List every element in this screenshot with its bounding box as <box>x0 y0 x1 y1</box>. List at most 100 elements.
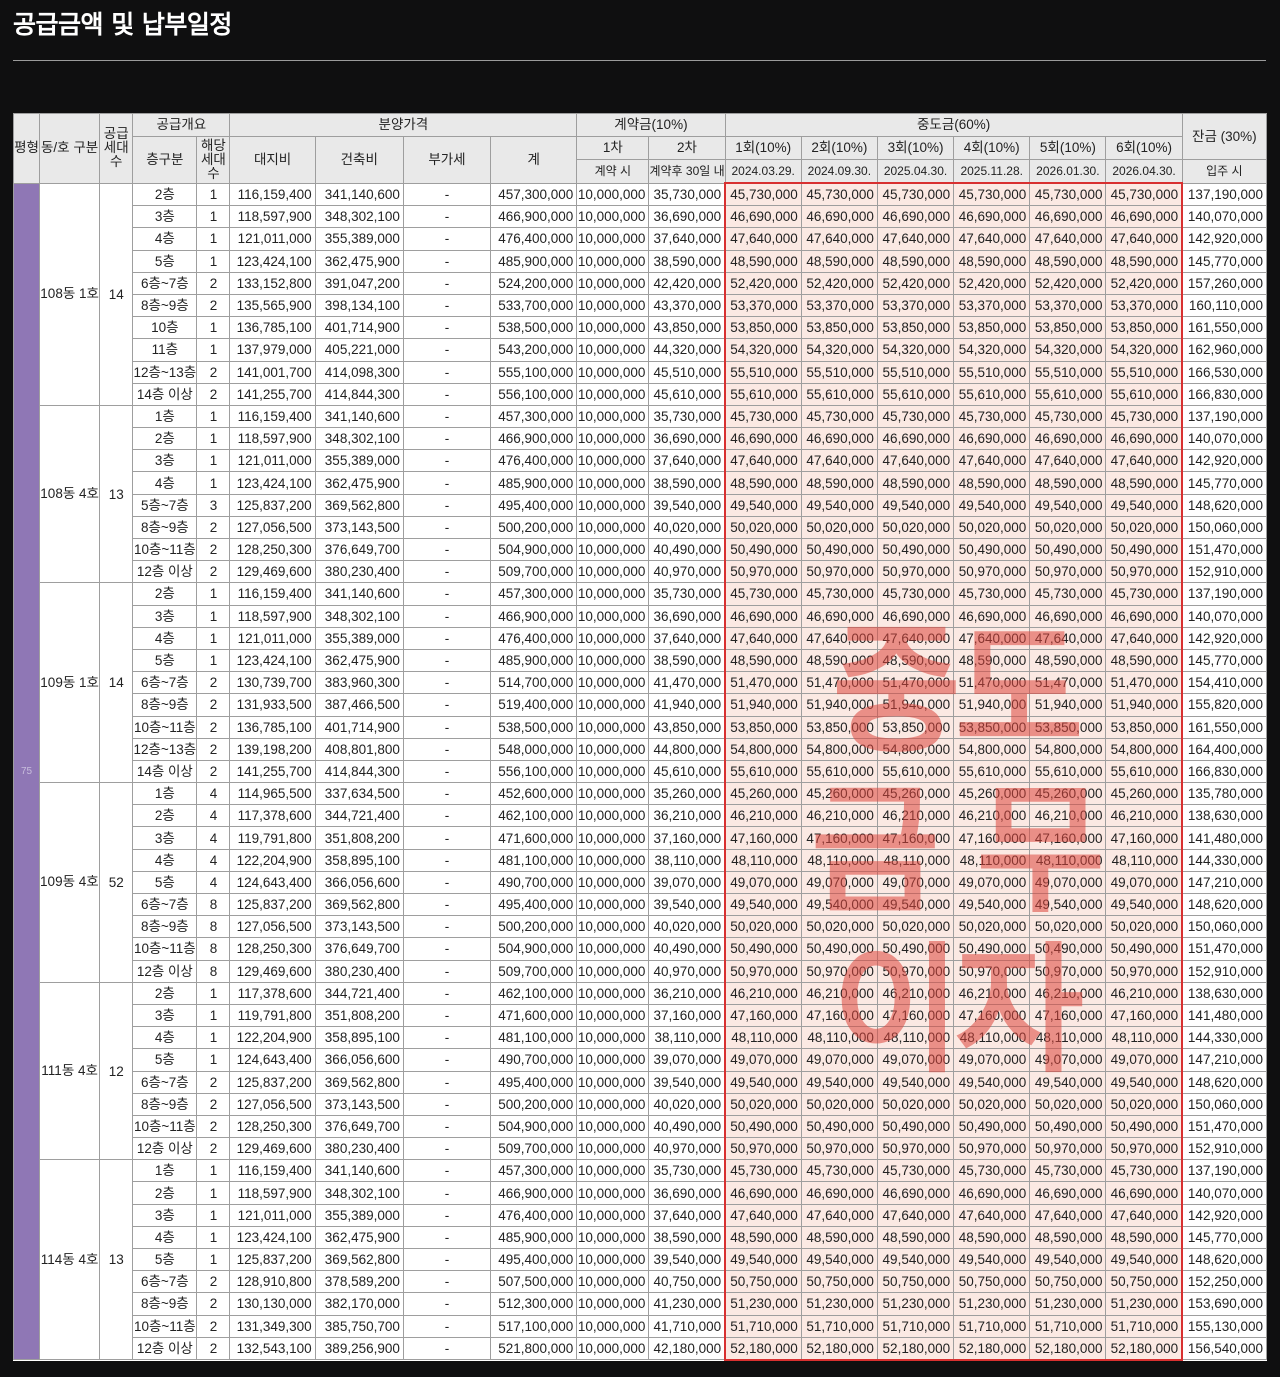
vat-cell: - <box>402 1203 492 1227</box>
total-price-cell: 495,400,000 <box>490 493 578 517</box>
mid-payment-5-cell: 49,540,000 <box>1029 892 1107 917</box>
floor-cell: 1층 <box>132 1159 198 1183</box>
mid-payment-1-cell: 45,730,000 <box>724 1159 802 1183</box>
mid-payment-4-cell: 54,320,000 <box>953 338 1031 362</box>
floor-cell: 3층 <box>132 1203 198 1227</box>
households-cell: 12 <box>99 981 134 1161</box>
deposit-2-cell: 36,690,000 <box>648 1181 726 1205</box>
mid-payment-4-cell: 53,850,000 <box>953 316 1031 340</box>
total-price-cell: 476,400,000 <box>490 227 578 251</box>
total-price-cell: 462,100,000 <box>490 804 578 828</box>
deposit-1-cell: 10,000,000 <box>576 715 650 739</box>
mid-payment-5-cell: 47,640,000 <box>1029 1203 1107 1227</box>
mid-payment-2-cell: 54,800,000 <box>800 737 878 761</box>
floor-households-cell: 2 <box>196 515 231 540</box>
floor-cell: 12층 이상 <box>132 1137 198 1161</box>
mid-payment-3-cell: 45,730,000 <box>876 1159 955 1183</box>
balance-cell: 144,330,000 <box>1181 1026 1268 1050</box>
floor-households-cell: 4 <box>196 804 231 828</box>
mid-payment-3-cell: 47,640,000 <box>876 1203 955 1227</box>
land-cost-cell: 135,565,900 <box>229 293 316 318</box>
mid-payment-1-cell: 49,540,000 <box>724 892 802 917</box>
mid-payment-3-cell: 45,730,000 <box>876 582 955 606</box>
mid-payment-4-cell: 45,260,000 <box>953 782 1031 806</box>
land-cost-cell: 141,255,700 <box>229 382 316 406</box>
mid-payment-1-cell: 55,510,000 <box>724 360 802 384</box>
mid-payment-2-cell: 55,610,000 <box>800 759 878 784</box>
mid-payment-5-cell: 47,640,000 <box>1029 227 1107 251</box>
balance-cell: 152,910,000 <box>1181 560 1268 584</box>
header-households: 공급 세대 수 <box>99 113 134 184</box>
vat-cell: - <box>402 471 492 495</box>
floor-cell: 1층 <box>132 782 198 806</box>
deposit-1-cell: 10,000,000 <box>576 293 650 318</box>
building-cost-cell: 405,221,000 <box>314 338 404 362</box>
table-row: 8층~9층 2 131,933,500 387,466,500-519,400,000… <box>14 693 1268 717</box>
table-row: 6층~7층 2 128,910,800 378,589,200-507,500,000… <box>14 1270 1268 1294</box>
building-cost-cell: 355,389,000 <box>314 227 404 251</box>
mid-payment-6-cell: 52,420,000 <box>1105 271 1184 295</box>
land-cost-cell: 121,011,000 <box>229 227 316 251</box>
header-balance: 잔금 (30%) <box>1181 113 1268 160</box>
table-row: 10층~11층 2 128,250,300 376,649,700-504,900,0… <box>14 1114 1268 1139</box>
building-cost-cell: 369,562,800 <box>314 892 404 917</box>
header-total: 계 <box>490 136 578 184</box>
deposit-2-cell: 35,730,000 <box>648 404 726 429</box>
mid-payment-5-cell: 47,640,000 <box>1029 626 1107 650</box>
vat-cell: - <box>402 1314 492 1338</box>
mid-payment-1-cell: 48,590,000 <box>724 648 802 673</box>
total-price-cell: 485,900,000 <box>490 1225 578 1250</box>
vat-cell: - <box>402 1048 492 1072</box>
mid-payment-4-cell: 49,540,000 <box>953 493 1031 517</box>
balance-cell: 162,960,000 <box>1181 338 1268 362</box>
mid-payment-4-cell: 47,160,000 <box>953 826 1031 850</box>
floor-households-cell: 1 <box>196 471 231 495</box>
deposit-2-cell: 38,590,000 <box>648 471 726 495</box>
deposit-1-cell: 10,000,000 <box>576 981 650 1005</box>
floor-households-cell: 1 <box>196 316 231 340</box>
header-mid-2: 2회(10%) <box>800 136 878 160</box>
vat-cell: - <box>402 493 492 517</box>
floor-cell: 6층~7층 <box>132 671 198 695</box>
building-cost-cell: 348,302,100 <box>314 604 404 628</box>
table-row: 5층 1 125,837,200 369,562,800-495,400,000 10,… <box>14 1247 1268 1272</box>
mid-payment-3-cell: 48,110,000 <box>876 1026 955 1050</box>
balance-cell: 137,190,000 <box>1181 582 1268 606</box>
balance-cell: 166,530,000 <box>1181 360 1268 384</box>
land-cost-cell: 116,159,400 <box>229 404 316 429</box>
mid-payment-4-cell: 50,020,000 <box>953 915 1031 939</box>
mid-payment-2-cell: 51,230,000 <box>800 1292 878 1316</box>
mid-payment-4-cell: 47,640,000 <box>953 227 1031 251</box>
deposit-1-cell: 10,000,000 <box>576 1270 650 1294</box>
mid-payment-3-cell: 55,510,000 <box>876 360 955 384</box>
header-balance-when: 입주 시 <box>1181 159 1268 184</box>
floor-households-cell: 3 <box>196 493 231 517</box>
mid-payment-3-cell: 50,970,000 <box>876 959 955 983</box>
households-cell: 13 <box>99 1159 134 1361</box>
mid-payment-2-cell: 47,160,000 <box>800 826 878 850</box>
mid-payment-3-cell: 49,540,000 <box>876 1070 955 1094</box>
mid-payment-4-cell: 47,640,000 <box>953 626 1031 650</box>
mid-payment-2-cell: 46,690,000 <box>800 427 878 451</box>
total-price-cell: 476,400,000 <box>490 1203 578 1227</box>
mid-payment-4-cell: 53,850,000 <box>953 715 1031 739</box>
mid-payment-1-cell: 48,590,000 <box>724 471 802 495</box>
deposit-1-cell: 10,000,000 <box>576 759 650 784</box>
header-mid-1: 1회(10%) <box>724 136 802 160</box>
land-cost-cell: 122,204,900 <box>229 848 316 872</box>
vat-cell: - <box>402 782 492 806</box>
floor-cell: 5층~7층 <box>132 493 198 517</box>
table-row: 75 108동 1호 14 2층 1 116,159,400 341,140,600-457… <box>12 182 1268 1361</box>
floor-cell: 3층 <box>132 205 198 229</box>
mid-payment-6-cell: 46,690,000 <box>1105 427 1184 451</box>
header-mid-5-date: 2026.01.30. <box>1029 159 1107 184</box>
mid-payment-1-cell: 51,470,000 <box>724 671 802 695</box>
land-cost-cell: 118,597,900 <box>229 427 316 451</box>
mid-payment-1-cell: 48,590,000 <box>724 249 802 273</box>
mid-payment-6-cell: 50,970,000 <box>1105 1137 1184 1161</box>
floor-households-cell: 2 <box>196 671 231 695</box>
unit-cell: 108동 1호 <box>39 182 101 406</box>
deposit-2-cell: 41,710,000 <box>648 1314 726 1338</box>
mid-payment-1-cell: 46,210,000 <box>724 804 802 828</box>
mid-payment-3-cell: 47,640,000 <box>876 626 955 650</box>
